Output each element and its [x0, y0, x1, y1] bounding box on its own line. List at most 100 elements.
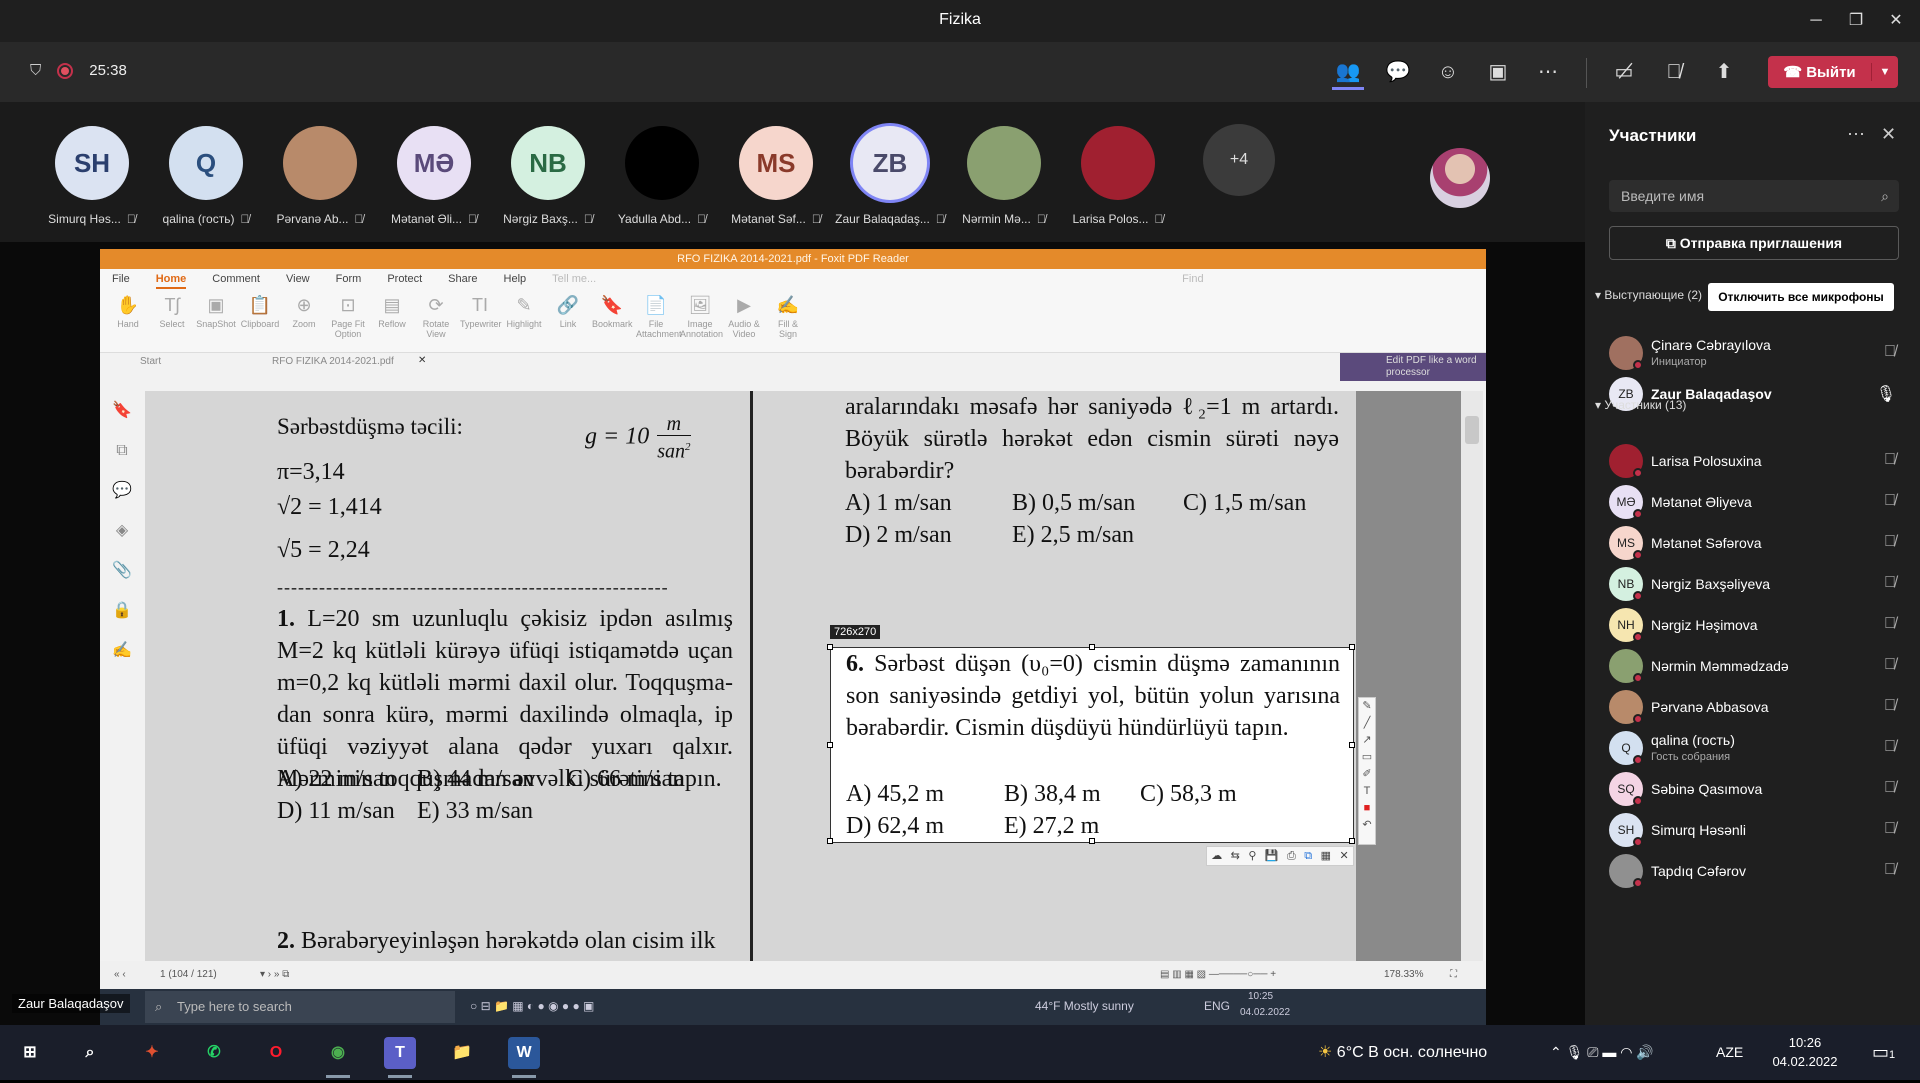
- arrow-icon[interactable]: ↗: [1359, 732, 1375, 749]
- participants-icon[interactable]: 👥: [1332, 54, 1364, 90]
- edit-pdf-banner[interactable]: Edit PDF like a word processor: [1340, 353, 1486, 381]
- zoom-level[interactable]: 178.33%: [1384, 961, 1423, 989]
- tab-document[interactable]: RFO FIZIKA 2014-2021.pdf: [272, 356, 394, 367]
- tell-me-input[interactable]: Tell me...: [552, 269, 596, 289]
- language-indicator[interactable]: AZE: [1716, 1025, 1743, 1080]
- ribbon-tab[interactable]: View: [286, 269, 310, 289]
- ribbon-tab[interactable]: Home: [155, 269, 187, 289]
- ribbon-tab[interactable]: Comment: [212, 269, 260, 289]
- view-mode-icons[interactable]: ▤ ▥ ▦ ▧ —────○── +: [1160, 961, 1276, 989]
- ribbon-button[interactable]: Tʃ Select: [152, 289, 192, 352]
- scrollbar[interactable]: [1461, 391, 1483, 961]
- ribbon-button[interactable]: 🔖 Bookmark: [592, 289, 633, 352]
- opera-icon[interactable]: O: [260, 1037, 292, 1069]
- color-icon[interactable]: ■: [1359, 800, 1375, 817]
- start-icon[interactable]: ⊞: [14, 1037, 46, 1069]
- security-icon[interactable]: 🔒: [100, 591, 144, 631]
- bookmark-icon[interactable]: 🔖: [100, 391, 144, 431]
- close-panel-icon[interactable]: ✕: [1881, 124, 1896, 145]
- close-icon[interactable]: ✕: [1876, 6, 1916, 36]
- pencil-icon[interactable]: ✎: [1359, 698, 1375, 715]
- ribbon-button[interactable]: ✎ Highlight: [504, 289, 544, 352]
- mic-off-icon[interactable]: 🎙̸: [1884, 492, 1896, 510]
- page-nav[interactable]: 1 (104 / 121): [160, 961, 217, 989]
- ribbon-tab[interactable]: Protect: [387, 269, 422, 289]
- participant-tile[interactable]: SH Simurq Həs... 🎙̸: [36, 126, 148, 226]
- ribbon-button[interactable]: ⊕ Zoom: [284, 289, 324, 352]
- line-icon[interactable]: ╱: [1359, 715, 1375, 732]
- pages-icon[interactable]: ⧉: [100, 431, 144, 471]
- save-icon[interactable]: 💾: [1265, 847, 1279, 865]
- teams-icon[interactable]: T: [384, 1037, 416, 1078]
- mic-off-icon[interactable]: 🎙̸: [1884, 861, 1896, 879]
- undo-icon[interactable]: ↶: [1359, 817, 1375, 834]
- ribbon-button[interactable]: ▤ Reflow: [372, 289, 412, 352]
- minimize-icon[interactable]: ─: [1796, 6, 1836, 36]
- fullscreen-icon[interactable]: ⛶: [1450, 961, 1457, 989]
- mic-off-icon[interactable]: 🎙̸: [1884, 656, 1896, 674]
- next-page-icon[interactable]: ▾ › » ⧉: [260, 961, 289, 989]
- notification-icon[interactable]: ▭1: [1872, 1025, 1895, 1080]
- ribbon-button[interactable]: 📄 File Attachment: [636, 289, 682, 352]
- mute-all-button[interactable]: Отключить все микрофоны: [1708, 283, 1894, 311]
- participant-tile[interactable]: Pərvanə Ab... 🎙̸: [264, 126, 376, 226]
- ribbon-tab[interactable]: Form: [336, 269, 362, 289]
- ribbon-button[interactable]: ▶ Audio & Video: [724, 289, 764, 352]
- signature-icon[interactable]: ✍: [100, 631, 144, 671]
- ribbon-button[interactable]: TI Typewriter: [460, 289, 502, 352]
- leave-button[interactable]: ☎ Выйти ▼: [1768, 56, 1898, 88]
- more-options-icon[interactable]: ⋯: [1847, 124, 1865, 145]
- attendees-header[interactable]: ▾ Участники (13): [1595, 398, 1686, 412]
- remote-apps[interactable]: ○ ⊟ 📁 ▦ ◐ ● ◉ ● ● ▣: [470, 999, 594, 1013]
- explorer-icon[interactable]: 📁: [446, 1037, 478, 1069]
- close-tab-icon[interactable]: ✕: [418, 355, 426, 366]
- close-selection-icon[interactable]: ✕: [1339, 847, 1348, 865]
- reactions-icon[interactable]: ☺: [1432, 54, 1464, 90]
- restore-icon[interactable]: ❐: [1836, 6, 1876, 36]
- ribbon-button[interactable]: ▣ SnapShot: [196, 289, 236, 352]
- participant-row[interactable]: ZB Zaur Balaqadaşov 🎙: [1585, 371, 1920, 421]
- ribbon-button[interactable]: 🔗 Link: [548, 289, 588, 352]
- clock[interactable]: 10:26 04.02.2022: [1760, 1033, 1850, 1071]
- mic-off-icon[interactable]: 🎙̸: [1884, 574, 1896, 592]
- tray-icons[interactable]: ⌃ 🎙 ⎚ ▬ ◠ 🔊: [1550, 1025, 1654, 1080]
- word-icon[interactable]: W: [508, 1037, 540, 1078]
- ribbon-button[interactable]: ✍ Fill & Sign: [768, 289, 808, 352]
- ribbon-tab[interactable]: Share: [448, 269, 477, 289]
- snapshot-selection[interactable]: 6. Sərbəst düşən (υ₀=0) cismin düşmə zam…: [827, 644, 1355, 844]
- mic-off-icon[interactable]: 🎙̸: [1884, 779, 1896, 797]
- upload-icon[interactable]: ☁: [1211, 847, 1222, 865]
- ribbon-button[interactable]: 🖼 Image Annotation: [680, 289, 723, 352]
- tab-start[interactable]: Start: [140, 356, 161, 367]
- share-screen-icon[interactable]: ⬆: [1708, 54, 1740, 90]
- marker-icon[interactable]: ✐: [1359, 766, 1375, 783]
- share-icon[interactable]: ⇆: [1231, 847, 1240, 865]
- copy-icon[interactable]: ⧉: [1304, 847, 1312, 865]
- print-icon[interactable]: ⎙: [1287, 847, 1296, 865]
- text-icon[interactable]: T: [1359, 783, 1375, 800]
- rooms-icon[interactable]: ▣: [1482, 54, 1514, 90]
- camera-off-icon[interactable]: ▭̸: [1608, 54, 1640, 90]
- chevron-down-icon[interactable]: ▼: [1872, 66, 1898, 78]
- mic-off-icon[interactable]: 🎙̸: [1884, 697, 1896, 715]
- participant-tile[interactable]: Larisa Polos... 🎙̸: [1062, 126, 1174, 226]
- ribbon-button[interactable]: 📋 Clipboard: [240, 289, 280, 352]
- search-input[interactable]: Введите имя ⌕: [1609, 180, 1899, 212]
- comments-icon[interactable]: 💬: [100, 471, 144, 511]
- mic-off-icon[interactable]: 🎙̸: [1884, 615, 1896, 633]
- participant-tile[interactable]: Yadulla Abd... 🎙̸: [606, 126, 718, 226]
- ribbon-button[interactable]: ⟳ Rotate View: [416, 289, 456, 352]
- first-page-icon[interactable]: « ‹: [114, 961, 126, 989]
- whatsapp-icon[interactable]: ✆: [198, 1037, 230, 1069]
- mic-off-icon[interactable]: 🎙̸: [1884, 343, 1896, 361]
- participant-tile[interactable]: MS Mətanət Səf... 🎙̸: [720, 126, 832, 226]
- mic-off-icon[interactable]: 🎙̸: [1884, 451, 1896, 469]
- chrome-icon[interactable]: ◉: [322, 1037, 354, 1078]
- pin-icon[interactable]: ⚲: [1248, 847, 1256, 865]
- attachment-icon[interactable]: 📎: [100, 551, 144, 591]
- ribbon-tab[interactable]: Help: [504, 269, 527, 289]
- layers-icon[interactable]: ◈: [100, 511, 144, 551]
- chat-icon[interactable]: 💬: [1382, 54, 1414, 90]
- mic-off-icon[interactable]: 🎙̸: [1658, 54, 1690, 90]
- grid-icon[interactable]: ▦: [1321, 847, 1331, 865]
